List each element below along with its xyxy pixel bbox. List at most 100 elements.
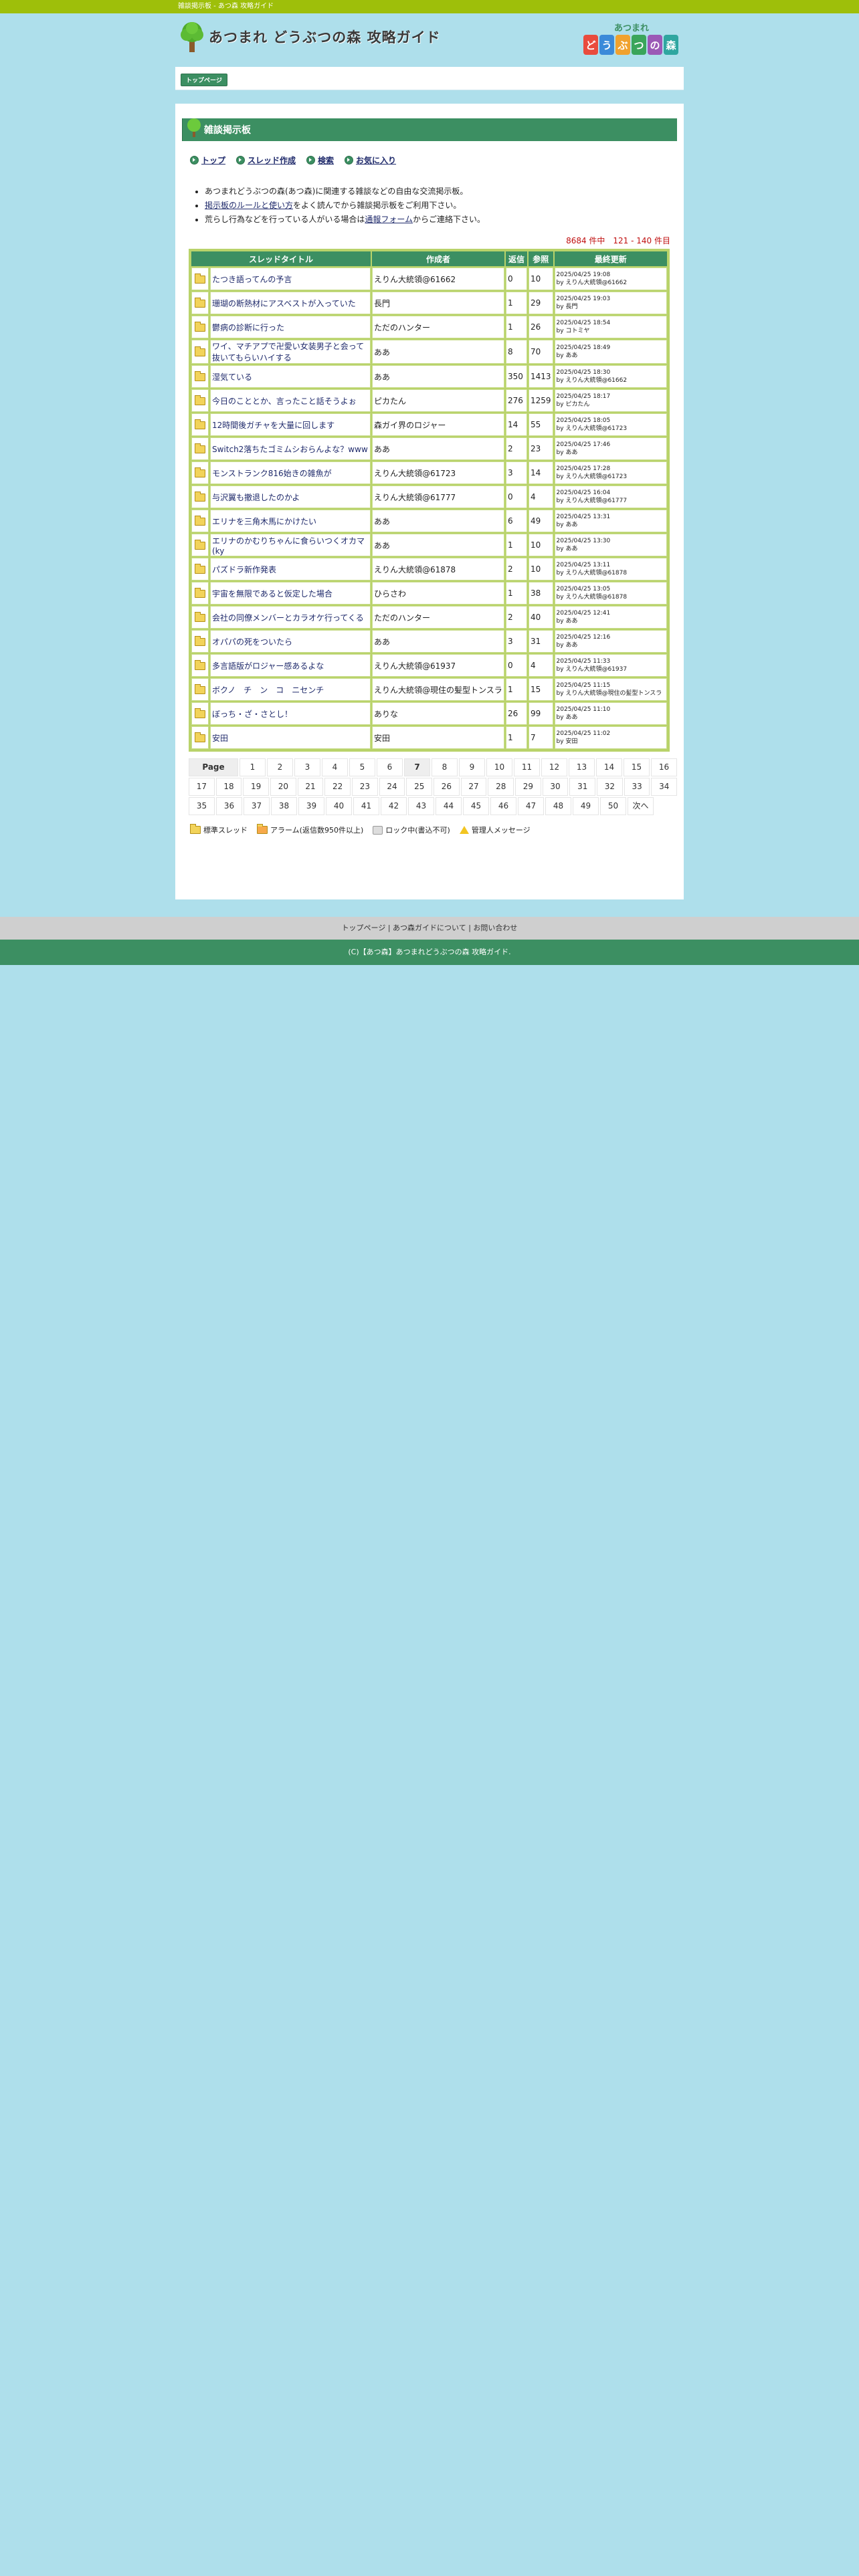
page-link[interactable]: 35 <box>189 797 215 815</box>
page-link[interactable]: 17 <box>189 778 215 796</box>
page-link[interactable]: 5 <box>349 758 375 776</box>
thread-title-link[interactable]: 珊瑚の断熱材にアスベストが入っていた <box>212 299 356 308</box>
thread-views: 38 <box>529 582 553 605</box>
page-link[interactable]: 12 <box>541 758 567 776</box>
thread-icon-cell <box>191 461 209 484</box>
page-link[interactable]: 22 <box>324 778 351 796</box>
thread-title-link[interactable]: パズドラ新作発表 <box>212 565 276 574</box>
breadcrumb-top-link[interactable]: トップページ <box>181 74 227 86</box>
page-link[interactable]: 20 <box>270 778 296 796</box>
thread-title-link[interactable]: ボクノ チ ン コ ニセンチ <box>212 685 324 695</box>
page-link[interactable]: 19 <box>243 778 270 796</box>
page-link[interactable]: 46 <box>490 797 516 815</box>
thread-title-link[interactable]: モンストランク816始きの雑魚が <box>212 469 332 478</box>
page-link[interactable]: 49 <box>573 797 599 815</box>
footer-about-link[interactable]: あつ森ガイドについて <box>393 924 466 932</box>
page-link[interactable]: 3 <box>294 758 320 776</box>
page-link[interactable]: 8 <box>432 758 458 776</box>
update-by: by ああ <box>556 522 578 528</box>
thread-title-link[interactable]: エリナのかむりちゃんに食らいつくオカマ(ky <box>212 536 365 556</box>
page-link[interactable]: 36 <box>216 797 242 815</box>
page-link[interactable]: 25 <box>406 778 433 796</box>
brand-tile-char: ぶ <box>617 39 628 51</box>
menu-favorites-link[interactable]: お気に入り <box>345 154 396 166</box>
page-link[interactable]: 1 <box>240 758 266 776</box>
page-link[interactable]: 30 <box>542 778 569 796</box>
thread-title-link[interactable]: 鬱病の診断に行った <box>212 323 284 332</box>
page-link[interactable]: 14 <box>596 758 622 776</box>
page-link[interactable]: 44 <box>436 797 462 815</box>
thread-title-link[interactable]: ぼっち・ざ・さとし！ <box>212 710 292 719</box>
report-form-link[interactable]: 通報フォーム <box>365 215 413 224</box>
site-logo-link[interactable]: あつまれ どうぶつの森 攻略ガイド <box>178 20 441 53</box>
thread-title-link[interactable]: 会社の同僚メンバーとカラオケ行ってくる <box>212 613 364 623</box>
brand-tile-char: 森 <box>666 39 676 51</box>
menu-top-link[interactable]: トップ <box>190 154 225 166</box>
table-row: たつき語ってんの予言 えりん大統領@61662 0 10 2025/04/25 19:0… <box>191 267 667 290</box>
page-link[interactable]: 13 <box>569 758 595 776</box>
page-link[interactable]: 15 <box>624 758 650 776</box>
page-link[interactable]: 11 <box>514 758 540 776</box>
page-link[interactable]: 42 <box>381 797 407 815</box>
thread-title-link[interactable]: 与沢翼も撤退したのかよ <box>212 493 300 502</box>
thread-title-link[interactable]: 安田 <box>212 734 228 743</box>
thread-title-link[interactable]: オパパの死をついたら <box>212 637 292 647</box>
page-link[interactable]: 47 <box>518 797 544 815</box>
thread-icon-cell <box>191 606 209 629</box>
footer-contact-link[interactable]: お問い合わせ <box>473 924 517 932</box>
thread-title-link[interactable]: たつき語ってんの予言 <box>212 275 292 284</box>
page-link[interactable]: 38 <box>271 797 297 815</box>
page-link[interactable]: 32 <box>597 778 623 796</box>
page-link[interactable]: 28 <box>488 778 514 796</box>
thread-title-link[interactable]: ワイ、マチアプで卍愛い女装男子と会って抜いてもらいハイする <box>212 342 364 362</box>
thread-views: 55 <box>529 413 553 436</box>
page-link[interactable]: 24 <box>379 778 405 796</box>
page-link[interactable]: 34 <box>651 778 678 796</box>
page-link[interactable]: 41 <box>353 797 379 815</box>
page-link[interactable]: 9 <box>459 758 485 776</box>
rules-link[interactable]: 掲示板のルールと使い方 <box>205 201 293 210</box>
page-link[interactable]: 16 <box>651 758 677 776</box>
menu-create-thread-link[interactable]: スレッド作成 <box>236 154 296 166</box>
thread-icon-cell <box>191 678 209 701</box>
menu-search-link[interactable]: 検索 <box>306 154 334 166</box>
thread-replies: 1 <box>506 678 527 701</box>
page-link[interactable]: 48 <box>545 797 571 815</box>
thread-title-link[interactable]: Switch2落ちたゴミムシおらんよな？www <box>212 445 368 454</box>
page-link[interactable]: 39 <box>298 797 324 815</box>
update-date: 2025/04/25 19:08 <box>556 272 611 278</box>
page-link[interactable]: 33 <box>624 778 650 796</box>
page-link[interactable]: 26 <box>434 778 460 796</box>
thread-replies: 1 <box>506 582 527 605</box>
page-link[interactable]: 40 <box>326 797 352 815</box>
thread-title-link[interactable]: 今日のこととか、言ったこと話そうよぉ <box>212 397 357 406</box>
page-link[interactable]: 27 <box>460 778 487 796</box>
page-link[interactable]: 29 <box>515 778 541 796</box>
thread-title-link[interactable]: エリナを三角木馬にかけたい <box>212 517 316 526</box>
legend: 標準スレッド アラーム(返信数950件以上) ロック中(書込不可) 管理人メッセ… <box>190 824 677 835</box>
page-link[interactable]: 23 <box>352 778 378 796</box>
page-link[interactable]: 10 <box>486 758 512 776</box>
page-link[interactable]: 43 <box>408 797 434 815</box>
thread-title-link[interactable]: 湿気ている <box>212 372 252 382</box>
brand-logo[interactable]: あつまれ どうぶつの森 <box>581 19 682 59</box>
thread-icon-cell <box>191 582 209 605</box>
thread-updated: 2025/04/25 13:05 by えりん大統領@61878 <box>554 582 667 605</box>
thread-title-link[interactable]: 多言語版がロジャー感あるよな <box>212 661 324 671</box>
thread-title-link[interactable]: 12時間後ガチャを大量に回します <box>212 421 335 430</box>
col-views: 参照 <box>529 251 553 266</box>
page-link[interactable]: 37 <box>244 797 270 815</box>
page-link[interactable]: 7 <box>404 758 430 776</box>
page-link[interactable]: 21 <box>297 778 324 796</box>
page-link[interactable]: 31 <box>569 778 596 796</box>
footer-top-link[interactable]: トップページ <box>342 924 386 932</box>
next-page-link[interactable]: 次へ <box>628 797 654 815</box>
page-link[interactable]: 6 <box>377 758 403 776</box>
thread-title-link[interactable]: 宇宙を無限であると仮定した場合 <box>212 589 332 599</box>
page-link[interactable]: 45 <box>463 797 489 815</box>
page-link[interactable]: 18 <box>215 778 242 796</box>
folder-icon <box>195 395 205 405</box>
page-link[interactable]: 50 <box>600 797 626 815</box>
page-link[interactable]: 2 <box>267 758 293 776</box>
page-link[interactable]: 4 <box>322 758 348 776</box>
